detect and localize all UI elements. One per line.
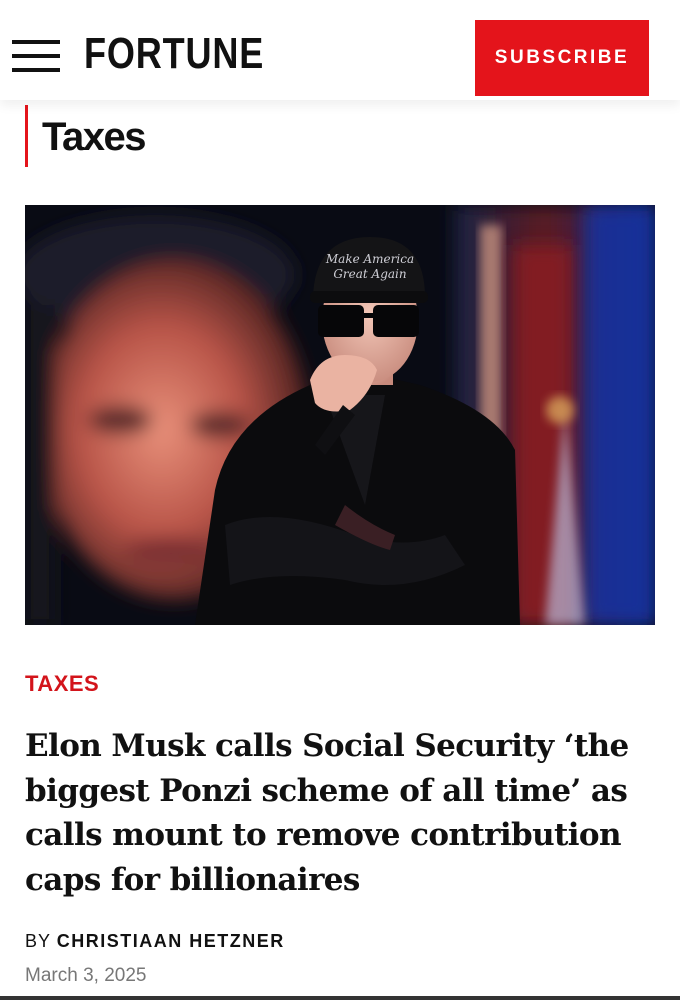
cap-text: Great Again [333,267,406,281]
article-category-link[interactable]: TAXES [25,670,99,698]
menu-bar [12,40,60,44]
author-link[interactable]: CHRISTIAAN HETZNER [57,931,285,951]
article-headline[interactable]: Elon Musk calls Social Security ‘the big… [25,724,655,902]
bottom-divider [0,996,680,1000]
byline-prefix: BY [25,931,51,951]
fortune-logo[interactable]: FORTUNE [84,28,264,80]
section-title: Taxes [42,115,146,159]
menu-bar [12,54,60,58]
section-accent-bar [25,105,28,167]
subscribe-button[interactable]: SUBSCRIBE [475,20,649,96]
publish-date: March 3, 2025 [25,965,147,986]
cap-text: Make America [325,252,414,266]
menu-bar [12,68,60,72]
hero-photo-illustration: Make America Great Again [25,205,655,625]
hamburger-menu-icon[interactable] [12,40,60,74]
site-header: FORTUNE SUBSCRIBE [0,0,680,100]
hero-image[interactable]: Make America Great Again [25,205,655,625]
byline: BY CHRISTIAAN HETZNER [25,929,285,953]
